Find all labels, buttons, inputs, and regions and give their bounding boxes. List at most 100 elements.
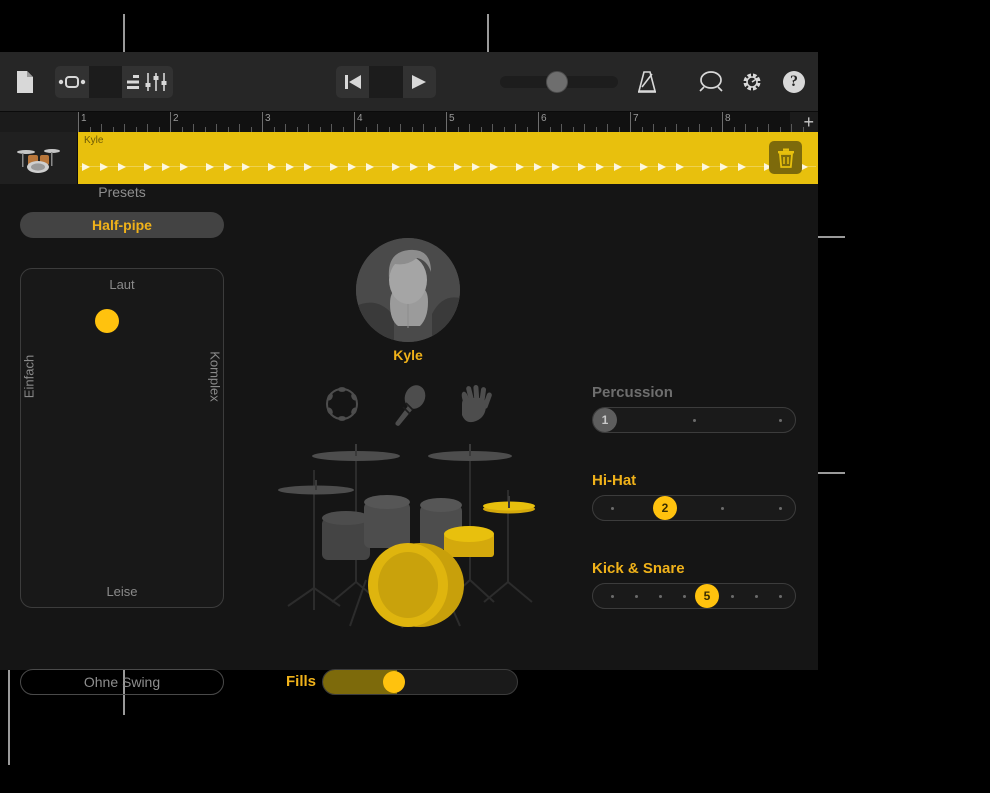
note-marker [472,163,480,171]
region-notes [78,160,818,174]
ruler-bar-number: 8 [725,113,731,124]
delete-region-button[interactable] [769,141,802,174]
toolbar: ? [0,52,818,112]
note-marker [118,163,126,171]
slider-knob-percussion[interactable]: 1 [593,408,617,432]
loop-browser-icon[interactable] [55,66,89,98]
note-marker [392,163,400,171]
ruler-bar-number: 1 [81,113,87,124]
slider-tick [635,595,638,598]
shaker-icon[interactable] [390,384,430,431]
swing-chip[interactable]: Ohne Swing [20,669,224,695]
slider-knob-kick-snare[interactable]: 5 [695,584,719,608]
slider-group-hihat: Hi-Hat 2 [592,472,796,521]
ruler-sub-tick [193,124,194,132]
slider-track-kick-snare[interactable]: 5 [592,583,796,609]
xy-pad-label-left: Einfach [21,354,37,399]
note-marker [534,163,542,171]
ruler-bar-number: 6 [541,113,547,124]
note-marker [330,163,338,171]
note-marker [640,163,648,171]
slider-tick [779,419,782,422]
metronome-icon[interactable] [632,66,662,98]
new-document-icon[interactable] [10,66,40,98]
tambourine-icon[interactable] [322,384,362,429]
track-row: Kyle [0,132,818,184]
add-track-button[interactable]: + [803,113,814,131]
note-marker [738,163,746,171]
percussion-icon-row [310,384,500,428]
note-marker [578,163,586,171]
note-marker [490,163,498,171]
volume-slider-knob[interactable] [546,71,568,93]
fills-slider[interactable] [322,669,518,695]
ruler-sub-tick [699,124,700,132]
ruler-sub-tick [377,124,378,132]
ruler-sub-tick [745,124,746,132]
slider-track-hihat[interactable]: 2 [592,495,796,521]
drummer-avatar[interactable] [356,238,460,342]
app-window: ? 12345678 + Kyle Presets Half-pipe Laut… [0,52,818,695]
note-marker [82,163,90,171]
xy-pad-label-bottom: Leise [106,584,138,599]
slider-tick [611,595,614,598]
drumkit-illustration[interactable] [270,430,560,650]
note-marker [454,163,462,171]
xy-pad-puck[interactable] [95,309,119,333]
note-marker [410,163,418,171]
play-icon[interactable] [403,66,436,98]
note-marker [658,163,666,171]
ruler-sub-tick [239,124,240,132]
count-in-icon[interactable] [696,66,726,98]
note-marker [720,163,728,171]
trash-icon [777,148,794,168]
slider-group-percussion: Percussion 1 [592,384,796,433]
ruler[interactable]: 1 2 3 4 5 6 7 8 + [0,112,818,132]
ruler-sub-tick [492,124,493,132]
clap-icon[interactable] [454,384,494,431]
ruler-sub-tick [423,124,424,132]
ruler-sub-tick [101,124,102,132]
slider-tick [693,419,696,422]
ruler-sub-tick [216,124,217,132]
note-marker [242,163,250,171]
toolbar-divider [88,66,123,98]
xy-pad-label-top: Laut [109,277,135,292]
note-marker [100,163,108,171]
note-marker [144,163,152,171]
ruler-sub-tick [469,124,470,132]
help-icon[interactable]: ? [782,66,806,98]
preset-selected-chip[interactable]: Half-pipe [20,212,224,238]
slider-title-hihat: Hi-Hat [592,472,637,489]
volume-slider[interactable] [500,71,618,93]
track-header[interactable] [0,132,78,184]
slider-knob-hihat[interactable]: 2 [653,496,677,520]
mixer-icon[interactable] [139,66,173,98]
ruler-sub-tick [768,124,769,132]
rewind-icon[interactable] [336,66,369,98]
ruler-sub-tick [147,124,148,132]
ruler-sub-tick [331,124,332,132]
transport-group[interactable] [336,66,436,98]
slider-track-percussion[interactable]: 1 [592,407,796,433]
ruler-sub-tick [400,124,401,132]
ruler-bar-tick [78,112,79,132]
slider-tick [755,595,758,598]
fills-slider-knob[interactable] [383,671,405,693]
xy-pad[interactable]: Laut Leise Einfach Komplex [20,268,224,608]
slider-tick [659,595,662,598]
note-marker [268,163,276,171]
ruler-sub-tick [515,124,516,132]
ruler-sub-tick [285,124,286,132]
slider-title-percussion: Percussion [592,384,673,401]
drum-kit-icon [16,149,60,173]
ruler-sub-tick [607,124,608,132]
ruler-sub-tick [791,124,792,132]
ruler-bar-number: 5 [449,113,455,124]
note-marker [224,163,232,171]
note-marker [304,163,312,171]
settings-gear-icon[interactable] [737,66,767,98]
region-kyle[interactable]: Kyle [78,132,818,184]
slider-tick [683,595,686,598]
slider-tick [779,595,782,598]
